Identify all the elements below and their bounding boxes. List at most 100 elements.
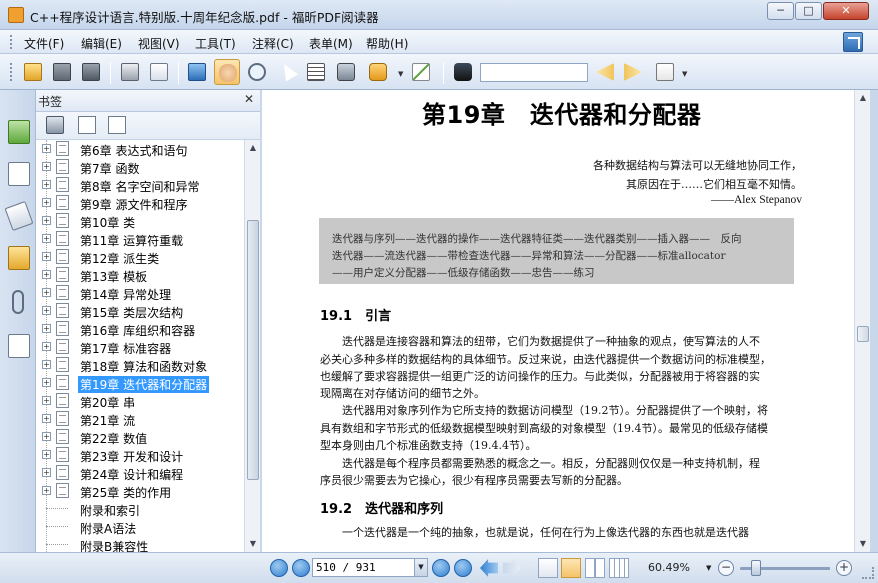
search-input[interactable] [480,63,588,82]
menu-file[interactable]: 文件(F) [24,35,64,52]
save-icon[interactable] [49,59,75,85]
document-view[interactable]: 第19章 迭代器和分配器 各种数据结构与算法可以无缝地协同工作， 其原因在于……… [262,90,854,552]
menu-view[interactable]: 视图(V) [138,35,180,52]
bookmark-item[interactable]: + 第20章 串 [36,392,244,410]
expand-toggle-icon[interactable]: + [42,432,51,441]
scroll-up-icon[interactable]: ▲ [246,140,260,156]
menu-tools[interactable]: 工具(T) [195,35,236,52]
expand-toggle-icon[interactable]: + [42,180,51,189]
bookmark-item[interactable]: + 第9章 源文件和程序 [36,194,244,212]
bookmark-item[interactable]: + 第24章 设计和编程 [36,464,244,482]
zoom-slider-knob[interactable] [751,560,762,576]
scroll-up-icon[interactable]: ▲ [856,90,870,106]
bookmark-item[interactable]: + 第18章 算法和函数对象 [36,356,244,374]
signatures-panel-icon[interactable] [8,334,30,358]
expand-toggle-icon[interactable]: + [42,306,51,315]
bookmarks-close-button[interactable]: ✕ [244,92,254,106]
next-page-icon[interactable] [432,559,450,577]
rms-dropdown-icon[interactable]: ▼ [398,70,403,78]
bookmark-item[interactable]: + 第11章 运算符重载 [36,230,244,248]
zoom-in-button[interactable]: + [836,560,852,576]
bookmark-item[interactable]: + 第21章 流 [36,410,244,428]
open-icon[interactable] [20,59,46,85]
expand-toggle-icon[interactable]: + [42,270,51,279]
bookmark-item[interactable]: + 第13章 模板 [36,266,244,284]
rms-icon[interactable] [365,59,391,85]
resize-grip[interactable] [862,567,874,579]
typewriter-icon[interactable] [652,59,678,85]
expand-toggle-icon[interactable]: + [42,360,51,369]
expand-toggle-icon[interactable]: + [42,144,51,153]
prev-page-icon[interactable] [292,559,310,577]
page-number-input[interactable]: 510 / 931 [312,558,428,577]
fullscreen-icon[interactable] [184,59,210,85]
expand-toggle-icon[interactable]: + [42,342,51,351]
find-next-icon[interactable] [620,59,646,85]
zoom-tool-icon[interactable] [244,59,270,85]
bookmarks-panel-icon[interactable] [8,120,30,144]
layers-panel-icon[interactable] [4,200,34,232]
save-as-icon[interactable] [78,59,104,85]
attachments-panel-icon[interactable] [12,290,24,314]
find-prev-icon[interactable] [592,59,618,85]
scroll-down-icon[interactable]: ▼ [856,536,870,552]
expand-toggle-icon[interactable]: + [42,198,51,207]
continuous-view-icon[interactable] [561,558,581,578]
find-icon[interactable] [450,59,476,85]
expand-toggle-icon[interactable]: + [42,378,51,387]
first-page-icon[interactable] [270,559,288,577]
expand-toggle-icon[interactable]: + [42,234,51,243]
print-icon[interactable] [117,59,143,85]
comments-panel-icon[interactable] [8,246,30,270]
bookmark-item[interactable]: + 第19章 迭代器和分配器 [36,374,244,393]
expand-toggle-icon[interactable]: + [42,288,51,297]
page-dropdown-icon[interactable]: ▼ [414,559,427,576]
expand-toggle-icon[interactable]: + [42,468,51,477]
bookmark-item[interactable]: 附录和索引 [36,500,244,518]
bookmark-item[interactable]: 附录B兼容性 [36,536,244,552]
close-button[interactable]: ✕ [823,2,869,20]
last-page-icon[interactable] [454,559,472,577]
delete-bookmark-icon[interactable] [46,116,64,134]
forward-icon[interactable] [503,559,521,577]
email-icon[interactable] [146,59,172,85]
expand-toggle-icon[interactable]: + [42,252,51,261]
bookmark-item[interactable]: + 第10章 类 [36,212,244,230]
new-child-bookmark-icon[interactable] [108,116,126,134]
maximize-button[interactable]: □ [795,2,822,20]
new-bookmark-icon[interactable] [78,116,96,134]
expand-toggle-icon[interactable]: + [42,450,51,459]
bookmark-item[interactable]: + 第17章 标准容器 [36,338,244,356]
expand-toggle-icon[interactable]: + [42,162,51,171]
bookmark-item[interactable]: + 第7章 函数 [36,158,244,176]
zoom-out-button[interactable]: − [718,560,734,576]
menu-edit[interactable]: 编辑(E) [81,35,122,52]
bookmark-item[interactable]: 附录A语法 [36,518,244,536]
zoom-level[interactable]: 60.49% [648,561,690,574]
expand-toggle-icon[interactable]: + [42,396,51,405]
scroll-down-icon[interactable]: ▼ [246,536,260,552]
hand-tool-icon[interactable] [214,59,240,85]
document-scrollbar[interactable]: ▲ ▼ [854,90,870,552]
toolbar-grip[interactable] [10,63,13,81]
bookmark-item[interactable]: + 第6章 表达式和语句 [36,140,244,158]
scroll-thumb[interactable] [857,326,869,342]
zoom-dropdown-icon[interactable]: ▼ [706,564,711,572]
pages-panel-icon[interactable] [8,162,30,186]
menu-help[interactable]: 帮助(H) [366,35,408,52]
restore-layout-icon[interactable] [843,32,863,52]
bookmark-item[interactable]: + 第23章 开发和设计 [36,446,244,464]
continuous-facing-view-icon[interactable] [609,558,629,578]
single-page-view-icon[interactable] [538,558,558,578]
typewriter-dropdown-icon[interactable]: ▼ [682,70,687,78]
menu-forms[interactable]: 表单(M) [309,35,353,52]
menu-grip[interactable] [10,35,13,49]
sign-icon[interactable] [408,59,434,85]
menu-comments[interactable]: 注释(C) [252,35,294,52]
bookmark-item[interactable]: + 第14章 异常处理 [36,284,244,302]
bookmark-item[interactable]: + 第22章 数值 [36,428,244,446]
expand-toggle-icon[interactable]: + [42,324,51,333]
bookmark-item[interactable]: + 第25章 类的作用 [36,482,244,500]
back-icon[interactable] [480,559,498,577]
bookmark-item[interactable]: + 第15章 类层次结构 [36,302,244,320]
